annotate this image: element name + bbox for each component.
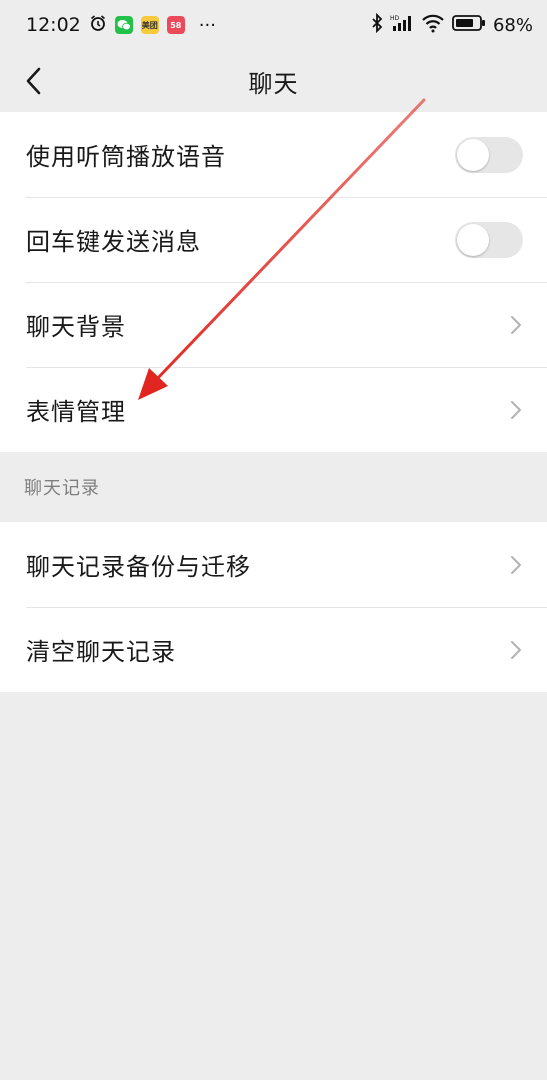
chevron-right-icon [511, 315, 521, 334]
setting-label: 清空聊天记录 [26, 638, 176, 666]
status-bar: 12:02 美团 58 ··· HD 68% [0, 0, 547, 50]
alarm-icon [89, 14, 107, 37]
chevron-right-icon [511, 400, 521, 419]
wifi-icon [421, 13, 445, 38]
chevron-right-icon [511, 640, 521, 659]
setting-label: 回车键发送消息 [26, 228, 201, 256]
more-notifications-icon: ··· [198, 14, 216, 36]
app-icon: 58 [166, 16, 185, 34]
back-button[interactable] [16, 64, 50, 98]
setting-clear-history[interactable]: 清空聊天记录 [0, 607, 547, 692]
toggle-knob [457, 138, 489, 171]
battery-icon [452, 14, 486, 37]
setting-earpiece-voice: 使用听筒播放语音 [0, 112, 547, 197]
setting-label: 聊天记录备份与迁移 [26, 553, 251, 581]
setting-backup-migrate[interactable]: 聊天记录备份与迁移 [0, 522, 547, 607]
page-title: 聊天 [248, 69, 299, 98]
wechat-icon [114, 16, 133, 34]
chevron-left-icon [26, 67, 41, 95]
clock-time: 12:02 [26, 14, 81, 36]
toggle-knob [457, 223, 489, 256]
chat-history-group: 聊天记录备份与迁移 清空聊天记录 [0, 522, 547, 692]
chat-settings-group: 使用听筒播放语音 回车键发送消息 聊天背景 表情管理 [0, 112, 547, 452]
cellular-signal-icon: HD [390, 13, 414, 38]
bluetooth-icon [371, 12, 383, 38]
battery-percent: 68% [492, 14, 533, 36]
setting-label: 表情管理 [26, 398, 126, 426]
svg-text:HD: HD [390, 15, 400, 22]
meituan-icon: 美团 [140, 16, 159, 34]
nav-bar: 聊天 [0, 50, 547, 112]
setting-chat-background[interactable]: 聊天背景 [0, 282, 547, 367]
setting-sticker-management[interactable]: 表情管理 [0, 367, 547, 452]
section-header-chat-history: 聊天记录 [24, 478, 100, 499]
setting-label: 使用听筒播放语音 [26, 143, 226, 171]
earpiece-voice-toggle[interactable] [455, 136, 523, 173]
chevron-right-icon [511, 555, 521, 574]
setting-enter-to-send: 回车键发送消息 [0, 197, 547, 282]
enter-to-send-toggle[interactable] [455, 221, 523, 258]
setting-label: 聊天背景 [26, 313, 126, 341]
